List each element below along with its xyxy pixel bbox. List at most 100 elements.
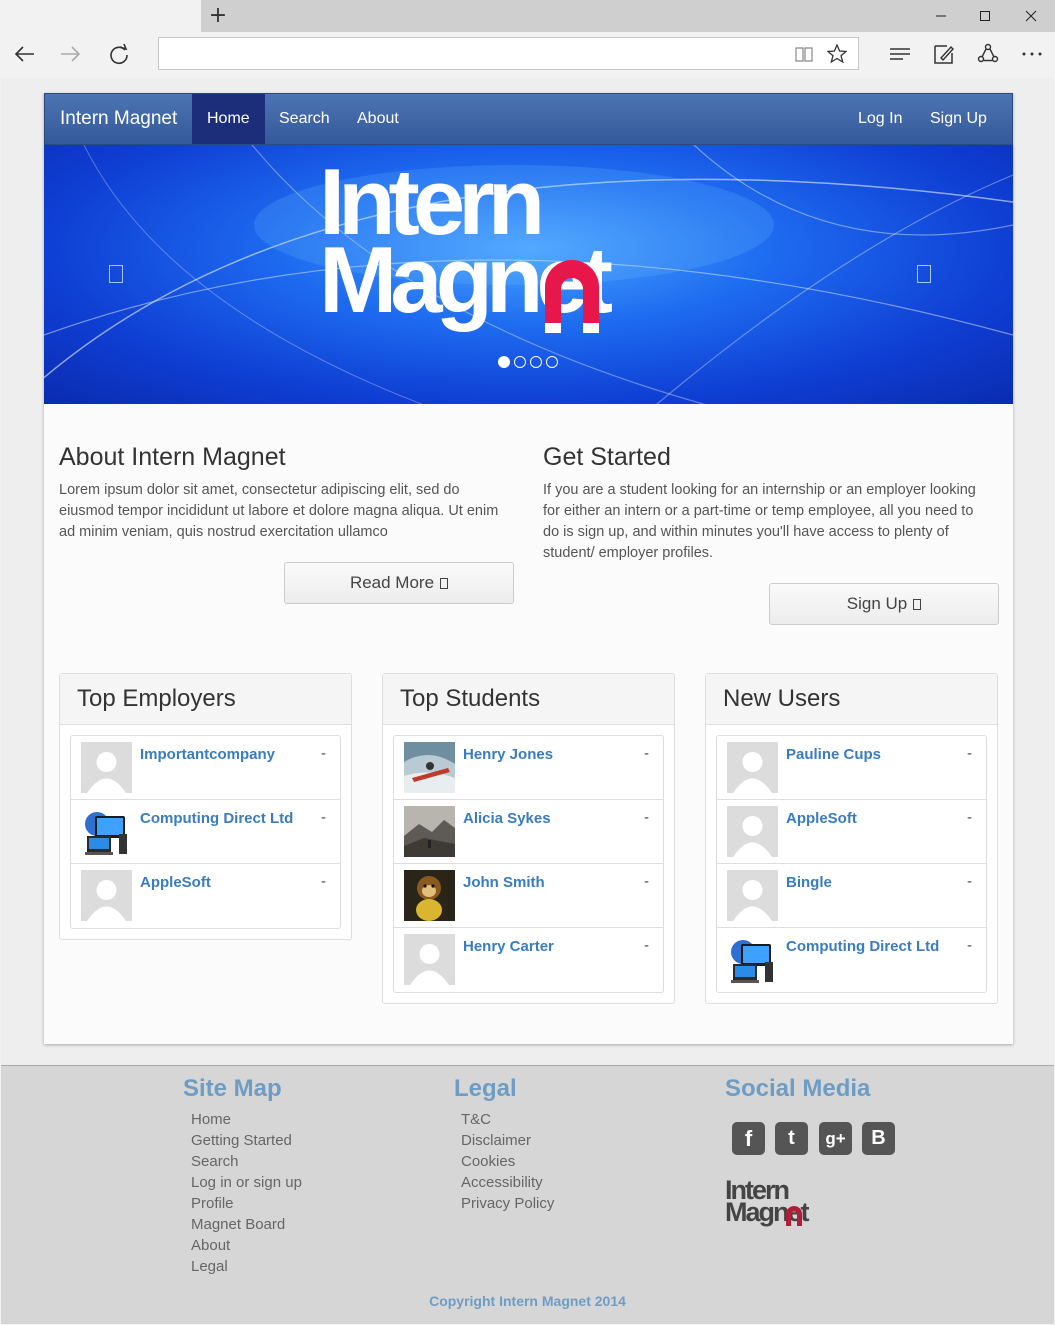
nav-search[interactable]: Search — [264, 94, 345, 144]
list-item[interactable]: Henry Carter - — [394, 928, 663, 992]
user-name-link[interactable]: AppleSoft — [786, 810, 857, 827]
list-item[interactable]: John Smith - — [394, 864, 663, 928]
more-button[interactable] — [1018, 40, 1046, 68]
carousel-prev-button[interactable] — [109, 265, 123, 283]
nav-log-in[interactable]: Log In — [843, 94, 917, 144]
hub-button[interactable] — [886, 40, 914, 68]
read-more-button[interactable]: Read More — [284, 562, 514, 604]
list-item[interactable]: AppleSoft - — [71, 864, 340, 928]
footer-link-getting-started[interactable]: Getting Started — [191, 1132, 292, 1149]
student-name-link[interactable]: Henry Jones — [463, 746, 553, 763]
web-note-icon — [934, 45, 954, 64]
address-bar[interactable] — [158, 37, 859, 70]
employer-name-link[interactable]: Computing Direct Ltd — [140, 810, 293, 827]
list-item[interactable]: Computing Direct Ltd - — [71, 800, 340, 864]
nav-about[interactable]: About — [342, 94, 414, 144]
magnet-icon — [545, 260, 599, 333]
footer-link-tc[interactable]: T&C — [461, 1111, 491, 1128]
carousel-indicator-1[interactable] — [498, 356, 510, 368]
footer-link-magnet-board[interactable]: Magnet Board — [191, 1216, 285, 1233]
item-value: - — [966, 746, 972, 762]
carousel-indicators — [498, 356, 558, 368]
footer-link-search[interactable]: Search — [191, 1153, 239, 1170]
blogger-icon[interactable]: B — [862, 1122, 895, 1155]
more-icon — [1022, 52, 1042, 56]
maximize-button[interactable] — [961, 0, 1009, 32]
sitemap-heading: Site Map — [183, 1075, 282, 1102]
employer-name-link[interactable]: AppleSoft — [140, 874, 211, 891]
default-avatar — [404, 934, 455, 985]
read-more-label: Read More — [349, 573, 435, 592]
arrow-glyph-icon — [913, 598, 922, 610]
item-value: - — [643, 746, 649, 762]
get-started-text: If you are a student looking for an inte… — [543, 482, 976, 561]
new-tab-button[interactable]: + — [207, 3, 229, 29]
minimize-button[interactable] — [917, 0, 965, 32]
forward-arrow-icon — [61, 46, 81, 62]
footer-link-privacy-policy[interactable]: Privacy Policy — [461, 1195, 554, 1212]
main-container: Intern Magnet Home Search About Log In S… — [44, 93, 1013, 1044]
student-name-link[interactable]: John Smith — [463, 874, 545, 891]
default-avatar — [81, 742, 132, 793]
footer-link-disclaimer[interactable]: Disclaimer — [461, 1132, 531, 1149]
nav-sign-up[interactable]: Sign Up — [915, 94, 1002, 144]
item-value: - — [643, 810, 649, 826]
computer-avatar — [81, 806, 132, 857]
footer-link-legal[interactable]: Legal — [191, 1258, 228, 1275]
twitter-icon[interactable]: t — [775, 1122, 808, 1155]
carousel-indicator-2[interactable] — [514, 356, 526, 368]
user-name-link[interactable]: Bingle — [786, 874, 832, 891]
nav-home[interactable]: Home — [192, 94, 265, 144]
new-users-panel: New Users Pauline Cups - AppleSoft - Bin… — [705, 673, 998, 1004]
forward-button[interactable] — [55, 38, 87, 70]
panel-title: New Users — [706, 674, 997, 725]
social-media-heading: Social Media — [725, 1075, 871, 1102]
browser-tab[interactable] — [0, 0, 201, 32]
share-button[interactable] — [974, 40, 1002, 68]
default-avatar — [727, 742, 778, 793]
list-item[interactable]: AppleSoft - — [717, 800, 986, 864]
default-avatar — [727, 870, 778, 921]
top-employers-panel: Top Employers Importantcompany - Computi… — [59, 673, 352, 940]
user-name-link[interactable]: Pauline Cups — [786, 746, 881, 763]
panel-title: Top Employers — [60, 674, 351, 725]
close-button[interactable] — [1007, 0, 1055, 32]
item-value: - — [966, 810, 972, 826]
favorite-star-icon[interactable] — [827, 44, 847, 64]
page-viewport: Intern Magnet Home Search About Log In S… — [1, 78, 1054, 1324]
list-item[interactable]: Pauline Cups - — [717, 736, 986, 800]
employer-name-link[interactable]: Importantcompany — [140, 746, 275, 763]
top-students-panel: Top Students Henry Jones - Alicia Sykes … — [382, 673, 675, 1004]
carousel-next-button[interactable] — [917, 265, 931, 283]
carousel-indicator-4[interactable] — [546, 356, 558, 368]
facebook-icon[interactable]: f — [732, 1122, 765, 1155]
back-button[interactable] — [8, 38, 40, 70]
google-plus-icon[interactable]: g+ — [819, 1122, 852, 1155]
student-name-link[interactable]: Alicia Sykes — [463, 810, 551, 827]
computer-avatar — [727, 934, 778, 985]
list-item[interactable]: Bingle - — [717, 864, 986, 928]
kayak-photo — [404, 742, 455, 793]
footer-link-profile[interactable]: Profile — [191, 1195, 234, 1212]
list-item[interactable]: Alicia Sykes - — [394, 800, 663, 864]
about-title: About Intern Magnet — [59, 443, 286, 471]
navbar-brand[interactable]: Intern Magnet — [60, 94, 177, 144]
share-icon — [977, 43, 999, 63]
carousel-indicator-3[interactable] — [530, 356, 542, 368]
item-value: - — [320, 810, 326, 826]
web-note-button[interactable] — [930, 40, 958, 68]
list-item[interactable]: Henry Jones - — [394, 736, 663, 800]
reading-view-icon[interactable] — [794, 45, 814, 63]
about-text: Lorem ipsum dolor sit amet, consectetur … — [59, 482, 499, 540]
footer-link-accessibility[interactable]: Accessibility — [461, 1174, 543, 1191]
student-name-link[interactable]: Henry Carter — [463, 938, 554, 955]
list-item[interactable]: Computing Direct Ltd - — [717, 928, 986, 992]
footer-link-about[interactable]: About — [191, 1237, 230, 1254]
footer-link-cookies[interactable]: Cookies — [461, 1153, 515, 1170]
footer-link-home[interactable]: Home — [191, 1111, 231, 1128]
sign-up-button[interactable]: Sign Up — [769, 583, 999, 625]
footer-link-log-in[interactable]: Log in or sign up — [191, 1174, 302, 1191]
user-name-link[interactable]: Computing Direct Ltd — [786, 938, 939, 955]
list-item[interactable]: Importantcompany - — [71, 736, 340, 800]
refresh-button[interactable] — [103, 38, 135, 70]
